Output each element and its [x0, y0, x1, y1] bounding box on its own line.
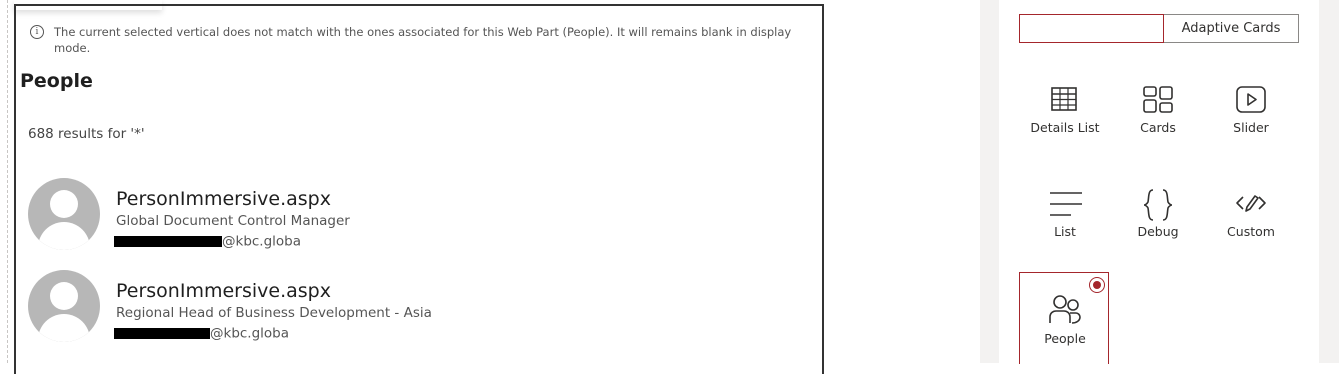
- selected-radio-icon: [1089, 277, 1105, 293]
- avatar-shoulders: [38, 222, 90, 250]
- slider-icon: [1236, 86, 1266, 113]
- canvas-guide-line: [7, 0, 8, 363]
- template-tab-adaptive-cards[interactable]: Adaptive Cards: [1164, 14, 1299, 43]
- layout-option-slider[interactable]: Slider: [1206, 68, 1296, 158]
- avatar[interactable]: [28, 270, 100, 342]
- redaction-bar: [114, 328, 210, 339]
- person-name[interactable]: PersonImmersive.aspx: [116, 280, 331, 302]
- custom-icon: [1236, 195, 1266, 212]
- avatar-shoulders: [38, 314, 90, 342]
- info-message-text: The current selected vertical does not m…: [54, 25, 792, 55]
- layout-label: Details List: [1030, 120, 1100, 135]
- person-result[interactable]: PersonImmersive.aspx Global Document Con…: [28, 178, 728, 250]
- person-email: @kbc.globa: [114, 323, 290, 342]
- layout-option-details-list[interactable]: Details List: [1020, 68, 1110, 158]
- person-name[interactable]: PersonImmersive.aspx: [116, 188, 331, 210]
- list-icon: [1050, 192, 1082, 216]
- layout-option-people[interactable]: People: [1019, 272, 1109, 364]
- layout-label: People: [1044, 331, 1086, 346]
- person-result[interactable]: PersonImmersive.aspx Regional Head of Bu…: [28, 270, 728, 342]
- template-tab-default[interactable]: [1019, 14, 1164, 43]
- email-domain: @kbc.globa: [222, 233, 302, 250]
- info-icon: i: [30, 25, 44, 39]
- avatar[interactable]: [28, 178, 100, 250]
- layout-label: List: [1054, 224, 1076, 239]
- person-job-title: Global Document Control Manager: [116, 213, 350, 229]
- section-title: People: [20, 70, 93, 92]
- email-domain: @kbc.globa: [210, 325, 290, 342]
- layout-option-list[interactable]: List: [1020, 172, 1110, 262]
- redaction-bar: [114, 236, 222, 247]
- people-icon: [1049, 295, 1081, 324]
- cards-icon: [1143, 86, 1173, 113]
- layout-label: Slider: [1233, 120, 1269, 135]
- layout-label: Custom: [1227, 224, 1275, 239]
- avatar-head: [50, 190, 78, 218]
- layout-label: Debug: [1137, 224, 1179, 239]
- layout-option-debug[interactable]: Debug: [1113, 172, 1203, 262]
- person-email: @kbc.globa: [114, 231, 302, 250]
- debug-icon: [1143, 189, 1173, 221]
- layout-label: Cards: [1140, 120, 1176, 135]
- details-list-icon: [1051, 87, 1077, 111]
- layout-option-cards[interactable]: Cards: [1113, 68, 1203, 158]
- avatar-head: [50, 282, 78, 310]
- person-job-title: Regional Head of Business Development - …: [116, 305, 432, 321]
- results-count: 688 results for '*': [28, 126, 145, 142]
- layout-option-custom[interactable]: Custom: [1206, 172, 1296, 262]
